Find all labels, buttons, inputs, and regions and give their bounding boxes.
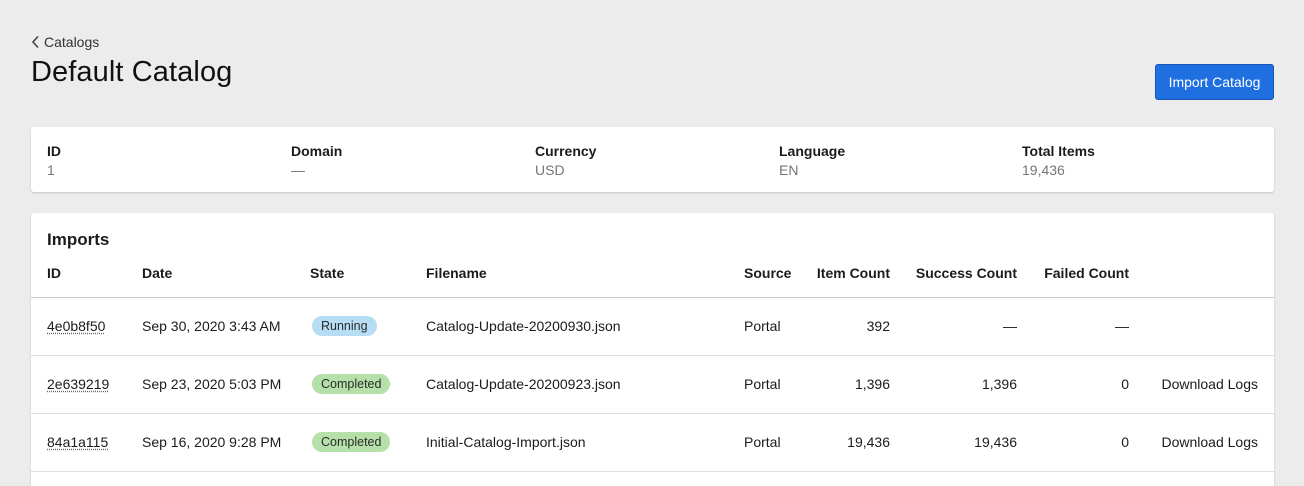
- import-catalog-button[interactable]: Import Catalog: [1155, 64, 1274, 100]
- table-row: 2e639219 Sep 23, 2020 5:03 PM Completed …: [31, 356, 1274, 414]
- info-total-items-value: 19,436: [1022, 162, 1065, 178]
- status-badge: Completed: [312, 374, 391, 394]
- row-divider: [31, 471, 1274, 472]
- chevron-left-icon: [31, 35, 40, 49]
- column-header-filename: Filename: [426, 265, 487, 281]
- import-item-count: 19,436: [847, 434, 890, 450]
- info-domain-label: Domain: [291, 143, 343, 159]
- import-item-count: 392: [866, 318, 890, 334]
- info-total-items: Total Items 19,436: [1022, 143, 1095, 179]
- column-header-state: State: [310, 265, 345, 281]
- info-total-items-label: Total Items: [1022, 143, 1095, 159]
- column-header-source: Source: [744, 265, 792, 281]
- info-language: Language EN: [779, 143, 845, 179]
- page-title: Default Catalog: [31, 56, 233, 88]
- catalog-page: Catalogs Default Catalog Import Catalog …: [0, 0, 1304, 486]
- imports-card: Imports ID Date State Filename Source It…: [31, 213, 1274, 486]
- breadcrumb-label[interactable]: Catalogs: [44, 34, 99, 50]
- table-row: 84a1a115 Sep 16, 2020 9:28 PM Completed …: [31, 414, 1274, 472]
- import-source: Portal: [744, 376, 781, 392]
- import-filename: Initial-Catalog-Import.json: [426, 434, 586, 450]
- imports-title: Imports: [47, 230, 110, 249]
- download-logs-link[interactable]: Download Logs: [1131, 376, 1258, 393]
- import-source: Portal: [744, 434, 781, 450]
- column-header-id: ID: [47, 265, 61, 281]
- info-currency: Currency USD: [535, 143, 596, 179]
- import-filename: Catalog-Update-20200930.json: [426, 318, 621, 334]
- table-row: 4e0b8f50 Sep 30, 2020 3:43 AM Running Ca…: [31, 298, 1274, 356]
- column-header-date: Date: [142, 265, 173, 281]
- info-id-label: ID: [47, 143, 61, 159]
- import-failed-count: 0: [1121, 434, 1129, 450]
- import-failed-count: 0: [1121, 376, 1129, 392]
- info-language-value: EN: [779, 162, 799, 178]
- import-filename: Catalog-Update-20200923.json: [426, 376, 621, 392]
- import-date: Sep 30, 2020 3:43 AM: [142, 318, 281, 334]
- import-success-count: 1,396: [981, 376, 1017, 392]
- import-success-count: 19,436: [974, 434, 1017, 450]
- info-currency-label: Currency: [535, 143, 597, 159]
- column-header-failed-count: Failed Count: [1044, 265, 1129, 281]
- info-currency-value: USD: [535, 162, 565, 178]
- status-badge: Running: [312, 316, 377, 336]
- column-header-item-count: Item Count: [816, 265, 890, 281]
- info-id: ID 1: [47, 143, 61, 179]
- import-id-link[interactable]: 2e639219: [47, 376, 109, 393]
- import-item-count: 1,396: [854, 376, 890, 392]
- import-success-count: —: [1003, 318, 1017, 334]
- column-header-success-count: Success Count: [915, 265, 1017, 281]
- import-id-link[interactable]: 4e0b8f50: [47, 318, 105, 335]
- download-logs-link[interactable]: Download Logs: [1131, 434, 1258, 451]
- catalog-info-card: ID 1 Domain — Currency USD Language EN T…: [31, 127, 1274, 192]
- import-date: Sep 16, 2020 9:28 PM: [142, 434, 282, 450]
- import-date: Sep 23, 2020 5:03 PM: [142, 376, 282, 392]
- info-domain: Domain —: [291, 143, 342, 179]
- status-badge: Completed: [312, 432, 391, 452]
- import-failed-count: —: [1115, 318, 1129, 334]
- info-language-label: Language: [779, 143, 846, 159]
- info-domain-value: —: [291, 162, 305, 178]
- info-id-value: 1: [47, 162, 55, 178]
- breadcrumb[interactable]: Catalogs: [31, 34, 99, 50]
- import-source: Portal: [744, 318, 781, 334]
- import-id-link[interactable]: 84a1a115: [47, 434, 108, 451]
